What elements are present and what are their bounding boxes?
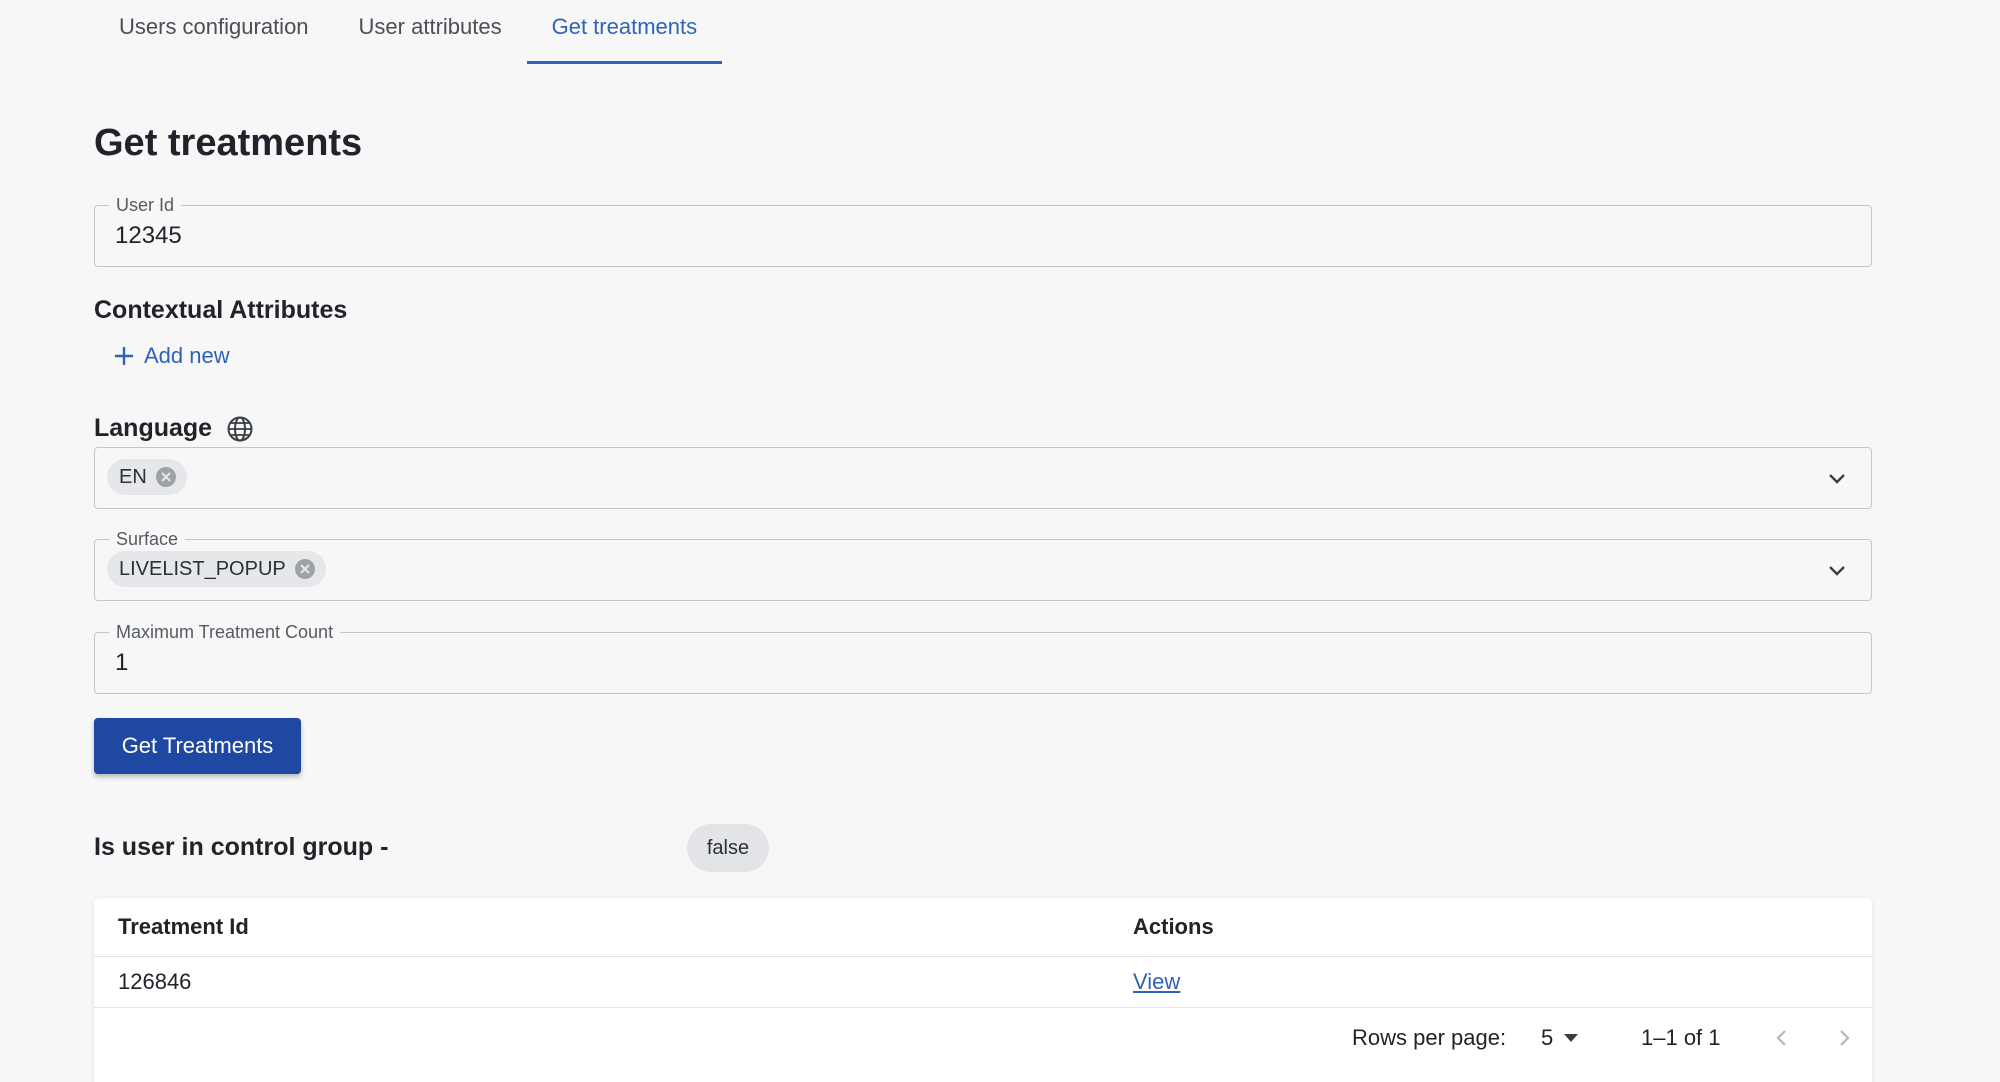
chevron-down-icon[interactable] <box>1825 466 1849 490</box>
tab-bar: Users configuration User attributes Get … <box>94 0 722 64</box>
chevron-right-icon <box>1840 1030 1850 1046</box>
table-row: 126846 View <box>94 957 1872 1008</box>
language-chip: EN <box>107 459 187 495</box>
surface-label: Surface <box>109 528 186 550</box>
page-title: Get treatments <box>94 122 363 164</box>
view-link[interactable]: View <box>1133 969 1180 994</box>
get-treatments-button[interactable]: Get Treatments <box>94 718 301 774</box>
rows-per-page-label: Rows per page: <box>1352 1025 1507 1050</box>
table-pagination: Rows per page: 5 1–1 of 1 <box>94 1008 1872 1068</box>
actions-cell: View <box>1133 957 1180 1007</box>
treatment-id-cell: 126846 <box>118 969 192 994</box>
user-id-input[interactable] <box>115 206 1815 265</box>
contextual-attributes-heading: Contextual Attributes <box>94 296 348 324</box>
plus-icon <box>115 347 133 365</box>
pagination-range: 1–1 of 1 <box>1641 1025 1721 1050</box>
language-heading: Language <box>94 414 254 443</box>
chip-remove-icon[interactable] <box>155 466 177 488</box>
treatments-table: Treatment Id Actions 126846 View Rows pe… <box>94 898 1872 1082</box>
max-treatment-count-field[interactable]: Maximum Treatment Count <box>94 621 1872 694</box>
surface-select[interactable]: Surface LIVELIST_POPUP <box>94 528 1872 601</box>
tab-user-attributes[interactable]: User attributes <box>334 0 527 64</box>
chevron-left-icon <box>1776 1030 1786 1046</box>
rows-per-page-value: 5 <box>1541 1025 1554 1050</box>
page: Users configuration User attributes Get … <box>0 0 2000 1082</box>
language-select[interactable]: EN <box>94 447 1872 509</box>
user-id-field[interactable]: User Id <box>94 194 1872 267</box>
tab-label: Users configuration <box>119 14 309 39</box>
surface-chip: LIVELIST_POPUP <box>107 551 326 587</box>
caret-down-icon <box>1564 1034 1579 1042</box>
chip-label: LIVELIST_POPUP <box>119 557 286 580</box>
tab-get-treatments[interactable]: Get treatments <box>526 0 723 64</box>
max-treatment-count-input[interactable] <box>115 633 1815 692</box>
chip-remove-icon[interactable] <box>294 558 316 580</box>
tab-users-configuration[interactable]: Users configuration <box>94 0 334 64</box>
column-header-actions: Actions <box>1133 914 1214 939</box>
chip-label: EN <box>119 465 147 488</box>
control-group-label: Is user in control group - <box>94 833 389 861</box>
rows-per-page-select[interactable]: 5 <box>1541 1008 1579 1068</box>
tab-label: Get treatments <box>551 14 698 39</box>
next-page-button[interactable] <box>1830 1024 1858 1052</box>
column-header-treatment-id: Treatment Id <box>118 914 249 939</box>
table-header: Treatment Id Actions <box>94 898 1872 957</box>
globe-icon <box>226 415 254 443</box>
add-new-button[interactable]: Add new <box>112 343 230 369</box>
previous-page-button[interactable] <box>1768 1024 1796 1052</box>
control-group-value-badge: false <box>687 824 769 872</box>
tab-label: User attributes <box>358 14 502 39</box>
add-new-label: Add new <box>144 343 230 368</box>
language-label: Language <box>94 414 213 442</box>
chevron-down-icon[interactable] <box>1825 558 1849 582</box>
